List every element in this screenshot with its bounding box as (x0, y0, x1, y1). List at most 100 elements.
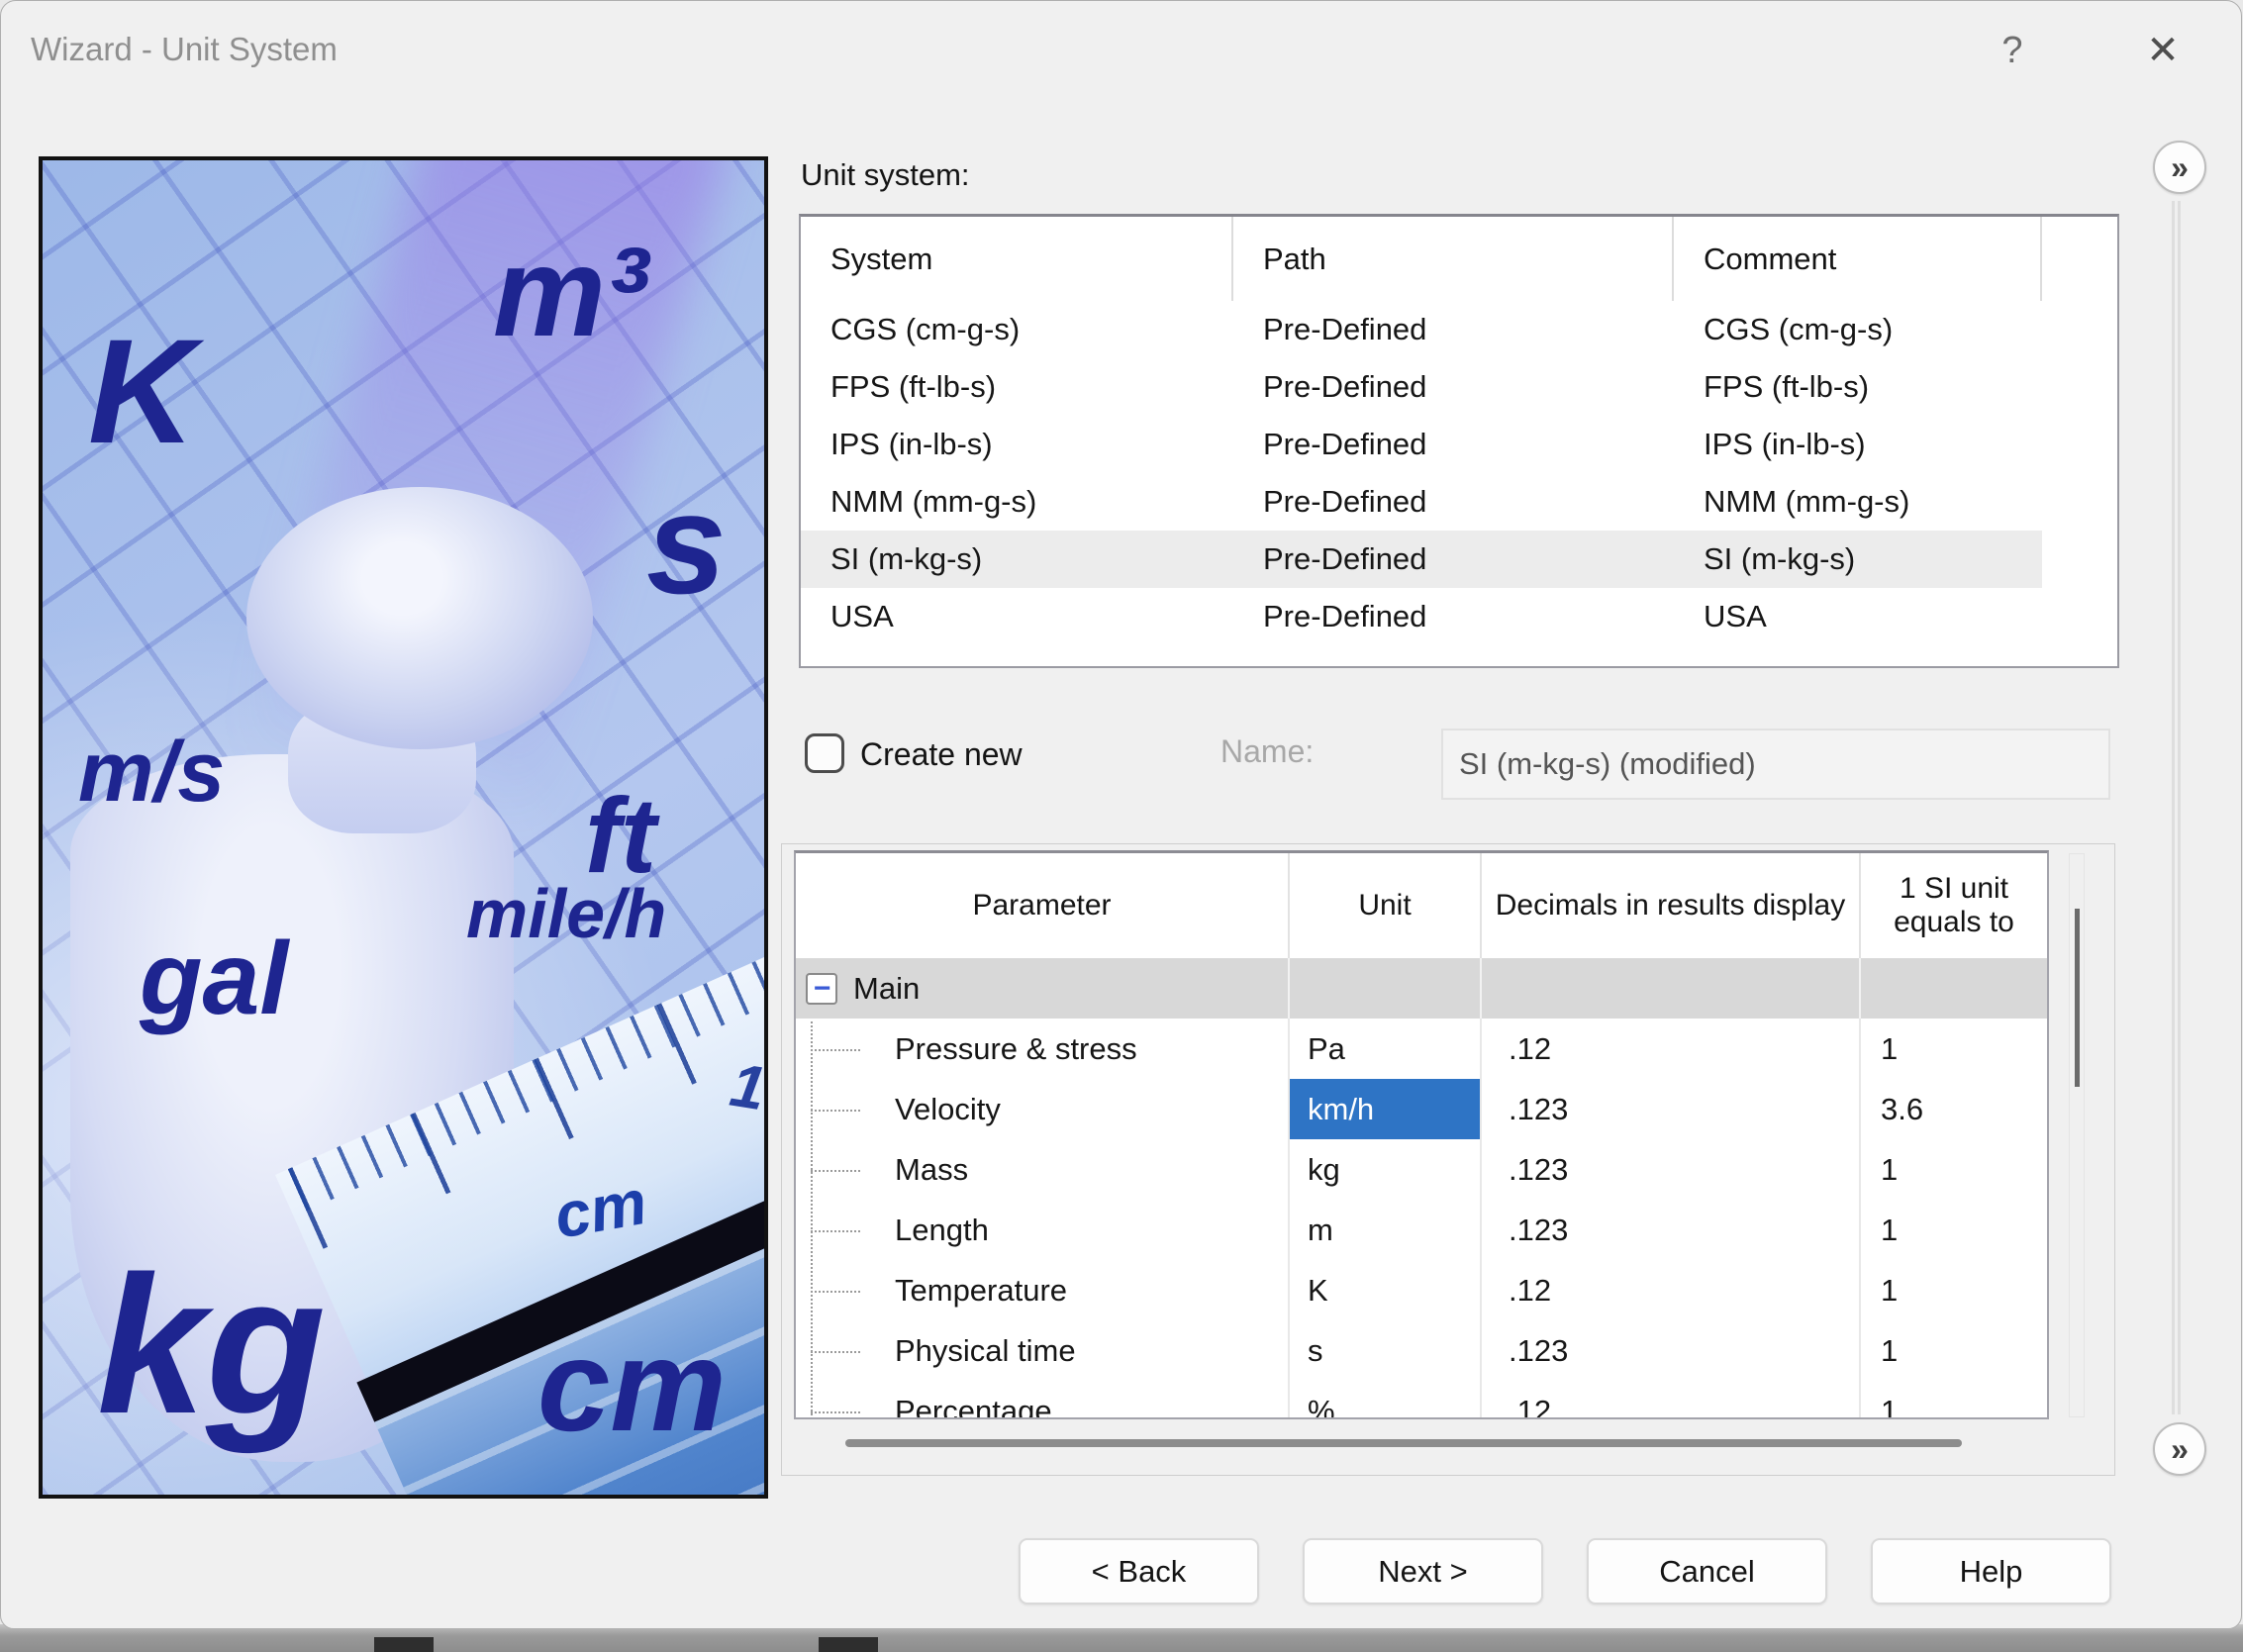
cell-equals: 1 (1861, 1381, 2047, 1419)
cell-filler (2042, 416, 2117, 473)
cell-comment: CGS (cm-g-s) (1674, 301, 2042, 358)
unit-label-kilogram: kg (97, 1247, 326, 1443)
unit-label-kelvin: K (88, 317, 195, 465)
unit-label-centimeter: cm (537, 1320, 727, 1451)
cell-equals: 1 (1861, 1200, 2047, 1260)
cell-unit[interactable]: K (1290, 1260, 1482, 1320)
cell-system: USA (801, 588, 1233, 645)
cell-unit-selected[interactable]: km/h (1290, 1079, 1482, 1139)
table-row-cgs[interactable]: CGS (cm-g-s) Pre-Defined CGS (cm-g-s) (801, 301, 2117, 358)
column-header-decimals[interactable]: Decimals in results display (1482, 853, 1861, 958)
column-header-comment[interactable]: Comment (1674, 217, 2042, 301)
cell-equals: 1 (1861, 1139, 2047, 1200)
column-header-parameter[interactable]: Parameter (796, 853, 1290, 958)
cell-decimals[interactable]: .123 (1482, 1200, 1861, 1260)
tree-connector-line (811, 1021, 813, 1415)
cell-equals: 1 (1861, 1019, 2047, 1079)
param-row-mass[interactable]: Mass kg .123 1 (796, 1139, 2047, 1200)
param-row-velocity[interactable]: Velocity km/h .123 3.6 (796, 1079, 2047, 1139)
unit-label-meter-per-second: m/s (78, 729, 225, 815)
cell-equals: 3.6 (1861, 1079, 2047, 1139)
group-label: Main (853, 971, 920, 1007)
param-row-length[interactable]: Length m .123 1 (796, 1200, 2047, 1260)
cell-filler (2042, 531, 2117, 588)
cell-path: Pre-Defined (1233, 358, 1674, 416)
group-cell (1290, 958, 1482, 1019)
cell-equals: 1 (1861, 1320, 2047, 1381)
cell-filler (2042, 358, 2117, 416)
unit-label-mile-per-hour: mile/h (466, 879, 666, 948)
cell-system: NMM (mm-g-s) (801, 473, 1233, 531)
expand-panel-top-button[interactable]: » (2153, 141, 2206, 194)
cell-decimals[interactable]: .12 (1482, 1260, 1861, 1320)
cell-unit[interactable]: s (1290, 1320, 1482, 1381)
help-icon[interactable]: ? (1981, 19, 2044, 82)
cell-path: Pre-Defined (1233, 531, 1674, 588)
column-header-filler (2042, 217, 2117, 301)
parameters-header: Parameter Unit Decimals in results displ… (796, 853, 2047, 958)
param-row-temperature[interactable]: Temperature K .12 1 (796, 1260, 2047, 1320)
ruler-unit-label: cm (549, 1165, 652, 1253)
cell-unit[interactable]: m (1290, 1200, 1482, 1260)
cell-equals: 1 (1861, 1260, 2047, 1320)
cell-unit[interactable]: % (1290, 1381, 1482, 1419)
back-button[interactable]: < Back (1019, 1538, 1259, 1604)
table-row-si-selected[interactable]: SI (m-kg-s) Pre-Defined SI (m-kg-s) (801, 531, 2117, 588)
table-row-nmm[interactable]: NMM (mm-g-s) Pre-Defined NMM (mm-g-s) (801, 473, 2117, 531)
help-button[interactable]: Help (1871, 1538, 2111, 1604)
cell-parameter: Length (796, 1200, 1290, 1260)
name-label: Name: (1220, 733, 1314, 770)
column-header-si-equals[interactable]: 1 SI unit equals to (1861, 853, 2047, 958)
group-cell (1861, 958, 2047, 1019)
table-row-ips[interactable]: IPS (in-lb-s) Pre-Defined IPS (in-lb-s) (801, 416, 2117, 473)
cell-parameter: Pressure & stress (796, 1019, 1290, 1079)
cell-filler (2042, 588, 2117, 645)
cell-decimals[interactable]: .123 (1482, 1139, 1861, 1200)
cell-system: IPS (in-lb-s) (801, 416, 1233, 473)
collapse-expander[interactable]: − (806, 973, 837, 1005)
param-row-percentage[interactable]: Percentage % .12 1 (796, 1381, 2047, 1419)
table-row-fps[interactable]: FPS (ft-lb-s) Pre-Defined FPS (ft-lb-s) (801, 358, 2117, 416)
param-row-physical-time[interactable]: Physical time s .123 1 (796, 1320, 2047, 1381)
cell-path: Pre-Defined (1233, 301, 1674, 358)
cancel-button[interactable]: Cancel (1587, 1538, 1827, 1604)
parameters-panel: Parameter Unit Decimals in results displ… (781, 843, 2115, 1476)
group-cell: − Main (796, 958, 1290, 1019)
cell-filler (2042, 473, 2117, 531)
side-splitter-track[interactable] (2172, 201, 2181, 1414)
unit-system-table: System Path Comment CGS (cm-g-s) Pre-Def… (799, 214, 2119, 668)
cell-comment: SI (m-kg-s) (1674, 531, 2042, 588)
cell-decimals[interactable]: .12 (1482, 1019, 1861, 1079)
horizontal-scrollbar[interactable] (796, 1434, 2104, 1452)
cell-unit[interactable]: Pa (1290, 1019, 1482, 1079)
vertical-scrollbar-thumb[interactable] (2075, 909, 2080, 1087)
unit-system-header: System Path Comment (801, 217, 2117, 301)
horizontal-scrollbar-thumb[interactable] (845, 1439, 1962, 1447)
next-button[interactable]: Next > (1303, 1538, 1543, 1604)
param-row-pressure[interactable]: Pressure & stress Pa .12 1 (796, 1019, 2047, 1079)
cell-system: FPS (ft-lb-s) (801, 358, 1233, 416)
vertical-scrollbar[interactable] (2069, 853, 2085, 1417)
expand-panel-bottom-button[interactable]: » (2153, 1422, 2206, 1476)
cell-path: Pre-Defined (1233, 588, 1674, 645)
cell-path: Pre-Defined (1233, 416, 1674, 473)
cell-decimals[interactable]: .123 (1482, 1079, 1861, 1139)
group-row-main[interactable]: − Main (796, 958, 2047, 1019)
create-new-checkbox[interactable] (805, 733, 844, 773)
name-input[interactable] (1441, 729, 2110, 800)
cell-parameter: Velocity (796, 1079, 1290, 1139)
close-icon[interactable]: ✕ (2131, 19, 2194, 82)
cell-path: Pre-Defined (1233, 473, 1674, 531)
column-header-system[interactable]: System (801, 217, 1233, 301)
column-header-unit[interactable]: Unit (1290, 853, 1482, 958)
artwork-weight-head (246, 487, 593, 749)
cell-decimals[interactable]: .123 (1482, 1320, 1861, 1381)
minus-icon: − (813, 972, 830, 1006)
table-row-usa[interactable]: USA Pre-Defined USA (801, 588, 2117, 645)
screen: Wizard - Unit System ? ✕ 1 2 3 cm (0, 0, 2243, 1652)
cell-unit[interactable]: kg (1290, 1139, 1482, 1200)
column-header-path[interactable]: Path (1233, 217, 1674, 301)
unit-system-label: Unit system: (801, 157, 970, 193)
cell-comment: FPS (ft-lb-s) (1674, 358, 2042, 416)
cell-decimals[interactable]: .12 (1482, 1381, 1861, 1419)
